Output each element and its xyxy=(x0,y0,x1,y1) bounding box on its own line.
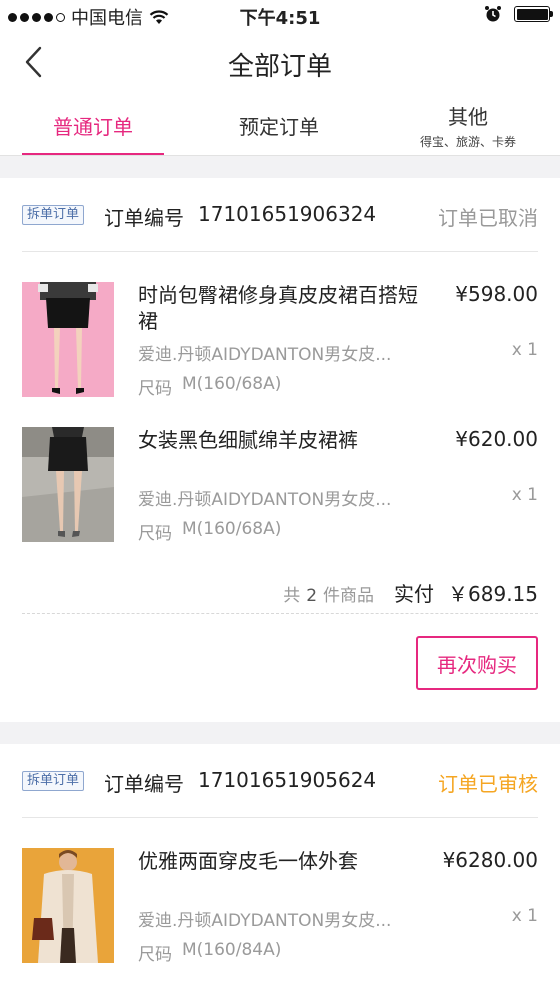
order-header: 拆单订单 订单编号 17101651905624 订单已审核 xyxy=(22,744,538,818)
alarm-icon xyxy=(485,6,501,22)
order-actions: 再次购买 xyxy=(22,614,538,712)
product-image xyxy=(22,282,114,397)
product-price: ¥598.00 xyxy=(455,282,538,306)
order-number: 17101651905624 xyxy=(198,768,377,792)
order-item[interactable]: 优雅两面穿皮毛一体外套 ¥6280.00 爱迪.丹顿AIDYDANTON男女皮.… xyxy=(22,818,538,965)
tab-other-orders[interactable]: 其他 得宝、旅游、卡券 xyxy=(400,94,536,156)
product-quantity: x 1 xyxy=(511,340,538,360)
paid-amount: ￥689.15 xyxy=(448,582,538,606)
product-title: 时尚包臀裙修身真皮皮裙百搭短裙 xyxy=(138,283,418,333)
product-shop: 爱迪.丹顿AIDYDANTON男女皮... xyxy=(138,911,392,931)
summary-suffix: 件商品 xyxy=(323,586,375,606)
product-title: 女装黑色细腻绵羊皮裙裤 xyxy=(138,428,358,452)
tab-label: 普通订单 xyxy=(53,114,133,139)
product-size: M(160/68A) xyxy=(182,519,282,539)
order-card: 拆单订单 订单编号 17101651905624 订单已审核 优雅两面穿皮毛一体… xyxy=(0,744,560,996)
product-image xyxy=(22,427,114,542)
order-item[interactable]: 女装黑色细腻绵羊皮裙裤 ¥620.00 爱迪.丹顿AIDYDANTON男女皮..… xyxy=(22,397,538,544)
active-tab-indicator xyxy=(22,153,164,155)
product-title: 优雅两面穿皮毛一体外套 xyxy=(138,849,358,873)
tab-normal-orders[interactable]: 普通订单 xyxy=(22,94,164,156)
order-summary: 共 2 件商品 实付 ￥689.15 xyxy=(22,542,538,614)
size-label: 尺码 xyxy=(138,945,172,965)
tab-sublabel: 得宝、旅游、卡券 xyxy=(419,134,516,149)
product-quantity: x 1 xyxy=(511,906,538,926)
product-price: ¥6280.00 xyxy=(442,848,538,872)
split-order-badge: 拆单订单 xyxy=(22,771,85,791)
tab-label: 其他 xyxy=(448,104,488,129)
order-number-label: 订单编号 xyxy=(104,772,184,796)
size-label: 尺码 xyxy=(138,379,172,399)
product-price: ¥620.00 xyxy=(455,427,538,451)
battery-icon xyxy=(514,6,553,22)
order-item[interactable]: 时尚包臀裙修身真皮皮裙百搭短裙 ¥598.00 爱迪.丹顿AIDYDANTON男… xyxy=(22,252,538,399)
product-quantity: x 1 xyxy=(511,485,538,505)
page-title: 全部订单 xyxy=(227,52,332,82)
order-status: 订单已取消 xyxy=(438,206,538,230)
nav-bar: 全部订单 xyxy=(0,30,560,94)
status-time: 下午4:51 xyxy=(239,8,321,29)
product-image xyxy=(22,848,114,963)
product-size: M(160/84A) xyxy=(182,940,282,960)
order-card: 拆单订单 订单编号 17101651906324 订单已取消 时尚包臀裙修身真皮… xyxy=(0,178,560,722)
size-label: 尺码 xyxy=(138,524,172,544)
order-header: 拆单订单 订单编号 17101651906324 订单已取消 xyxy=(22,178,538,252)
order-number-label: 订单编号 xyxy=(104,206,184,230)
split-order-badge: 拆单订单 xyxy=(22,205,85,225)
tab-label: 预定订单 xyxy=(239,114,319,139)
summary-prefix: 共 xyxy=(283,586,301,606)
order-status: 订单已审核 xyxy=(438,772,538,796)
order-type-tabs: 普通订单 预定订单 其他 得宝、旅游、卡券 xyxy=(0,94,560,156)
order-summary-text: 共 2 件商品 实付 ￥689.15 xyxy=(283,578,538,607)
status-bar-right xyxy=(484,5,553,23)
paid-label: 实付 xyxy=(394,582,435,606)
product-shop: 爱迪.丹顿AIDYDANTON男女皮... xyxy=(138,345,392,365)
tab-reserved-orders[interactable]: 预定订单 xyxy=(208,94,350,156)
item-count: 2 xyxy=(306,586,318,606)
status-bar: 中国电信 下午4:51 xyxy=(0,0,560,30)
product-size: M(160/68A) xyxy=(182,374,282,394)
order-number: 17101651906324 xyxy=(198,202,377,226)
buy-again-button[interactable]: 再次购买 xyxy=(416,636,538,690)
product-shop: 爱迪.丹顿AIDYDANTON男女皮... xyxy=(138,490,392,510)
